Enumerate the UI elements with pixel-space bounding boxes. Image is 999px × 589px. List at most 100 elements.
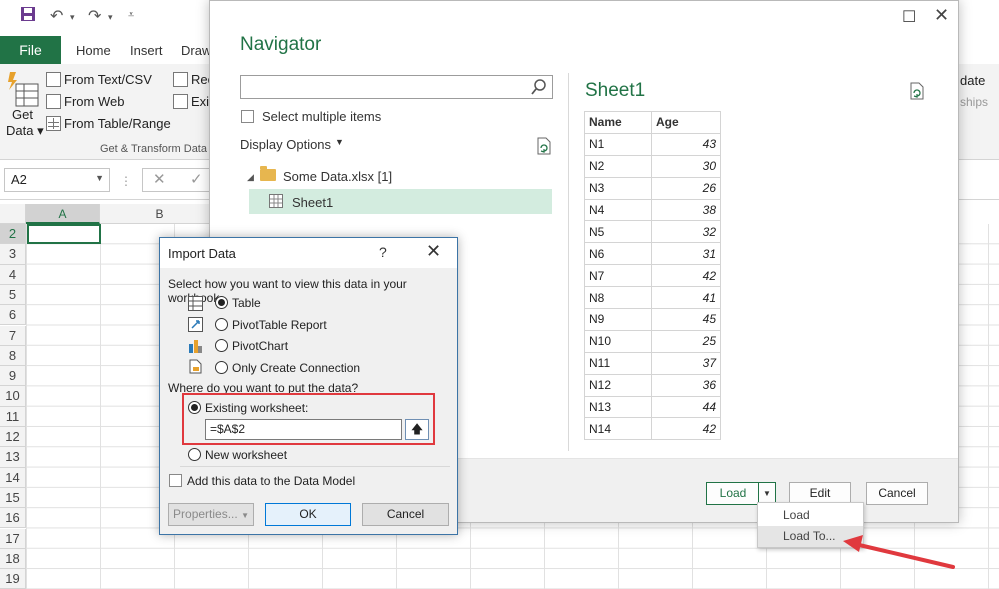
row-header[interactable]: 16 xyxy=(0,508,26,529)
properties-button[interactable]: Properties... ▼ xyxy=(168,503,254,526)
customize-qat-icon[interactable]: ⩡ xyxy=(128,9,134,22)
pane-divider[interactable] xyxy=(568,73,569,451)
row-header[interactable]: 15 xyxy=(0,487,26,509)
data-model-checkbox[interactable] xyxy=(169,474,182,487)
row-header[interactable]: 10 xyxy=(0,386,26,407)
menu-item-load[interactable]: Load xyxy=(758,505,863,526)
radio-new-worksheet[interactable] xyxy=(188,448,201,461)
preview-cell-age: 25 xyxy=(651,329,721,353)
tab-file[interactable]: File xyxy=(0,36,61,64)
range-select-button[interactable]: 🡅 xyxy=(405,419,429,440)
from-web-button[interactable]: From Web xyxy=(46,94,124,109)
row-header[interactable]: 13 xyxy=(0,447,26,468)
ribbon-partial-relationships-label[interactable]: ships xyxy=(960,95,988,109)
row-header[interactable]: 19 xyxy=(0,569,26,589)
new-worksheet-label[interactable]: New worksheet xyxy=(205,448,287,462)
redo-dropdown-icon[interactable]: ▾ xyxy=(108,12,113,23)
get-data-label[interactable]: Get xyxy=(12,107,33,122)
row-header[interactable]: 14 xyxy=(0,467,26,488)
select-multiple-label[interactable]: Select multiple items xyxy=(262,109,381,124)
cancel-button[interactable]: Cancel xyxy=(866,482,928,505)
preview-cell-age: 32 xyxy=(651,220,721,244)
preview-refresh-icon[interactable] xyxy=(908,82,926,100)
option-pivotchart-label[interactable]: PivotChart xyxy=(232,339,288,353)
row-header[interactable]: 4 xyxy=(0,264,26,285)
row-header[interactable]: 11 xyxy=(0,406,26,427)
search-icon[interactable] xyxy=(530,78,548,96)
row-header[interactable]: 17 xyxy=(0,528,26,549)
radio-pivottable[interactable] xyxy=(215,318,228,331)
help-button[interactable]: ? xyxy=(379,244,387,260)
preview-cell-age: 41 xyxy=(651,286,721,310)
radio-table[interactable] xyxy=(215,296,228,309)
column-header-a[interactable]: A xyxy=(26,204,100,224)
existing-worksheet-label[interactable]: Existing worksheet: xyxy=(205,401,308,415)
preview-cell-name: N8 xyxy=(584,286,652,310)
tab-home[interactable]: Home xyxy=(76,43,111,58)
option-table-label[interactable]: Table xyxy=(232,296,261,310)
select-all-corner[interactable] xyxy=(0,204,26,224)
row-header[interactable]: 7 xyxy=(0,325,26,346)
radio-pivotchart[interactable] xyxy=(215,339,228,352)
tree-sheet-item[interactable]: Sheet1 xyxy=(249,189,552,214)
row-header[interactable]: 8 xyxy=(0,345,26,367)
table-row: N9 45 xyxy=(584,308,721,331)
from-table-range-button[interactable]: From Table/Range xyxy=(46,116,171,131)
preview-cell-name: N11 xyxy=(584,351,652,375)
row-header[interactable]: 12 xyxy=(0,427,26,448)
row-header[interactable]: 5 xyxy=(0,284,26,306)
save-icon[interactable] xyxy=(20,6,36,27)
cancel-entry-icon[interactable]: ✕ xyxy=(153,170,166,188)
option-only-connection-label[interactable]: Only Create Connection xyxy=(232,361,360,375)
display-options-chevron-icon[interactable]: ▼ xyxy=(335,137,344,147)
from-text-csv-label: From Text/CSV xyxy=(64,72,152,87)
dialog-cancel-button[interactable]: Cancel xyxy=(362,503,449,526)
get-data-icon[interactable] xyxy=(6,70,40,111)
row-header[interactable]: 3 xyxy=(0,244,26,265)
row-header[interactable]: 18 xyxy=(0,548,26,570)
tree-file-item[interactable]: Some Data.xlsx [1] xyxy=(283,169,392,184)
ribbon-partial-update-label[interactable]: date xyxy=(960,73,985,88)
location-input[interactable]: =$A$2 xyxy=(205,419,402,440)
undo-icon[interactable]: ↶ xyxy=(50,6,63,26)
row-header[interactable]: 6 xyxy=(0,305,26,326)
navigator-search-input[interactable] xyxy=(240,75,553,99)
preview-cell-age: 42 xyxy=(651,264,721,288)
undo-dropdown-icon[interactable]: ▾ xyxy=(70,12,75,23)
dialog-close-icon[interactable]: ✕ xyxy=(426,241,441,262)
tab-insert[interactable]: Insert xyxy=(130,43,163,58)
maximize-icon[interactable]: ☐ xyxy=(902,7,916,27)
table-icon xyxy=(188,296,203,311)
select-multiple-checkbox[interactable] xyxy=(241,110,254,123)
recent-sources-button[interactable]: Rec xyxy=(173,72,214,87)
name-box[interactable]: A2 ▼ xyxy=(4,168,110,192)
preview-cell-age: 42 xyxy=(651,417,721,441)
row-header[interactable]: 9 xyxy=(0,366,26,387)
radio-existing-worksheet[interactable] xyxy=(188,401,201,414)
display-options-button[interactable]: Display Options xyxy=(240,137,331,152)
row-header[interactable]: 2 xyxy=(0,224,26,245)
preview-cell-age: 38 xyxy=(651,198,721,222)
table-row: N3 26 xyxy=(584,176,721,200)
tab-draw[interactable]: Draw xyxy=(181,43,211,58)
option-pivottable-label[interactable]: PivotTable Report xyxy=(232,318,327,332)
data-model-label[interactable]: Add this data to the Data Model xyxy=(187,474,355,488)
column-header-b[interactable]: B xyxy=(100,204,220,224)
quick-access-toolbar: ↶ ▾ ↷ ▾ ⩡ xyxy=(0,0,210,34)
close-icon[interactable]: ✕ xyxy=(934,5,949,26)
from-text-csv-button[interactable]: From Text/CSV xyxy=(46,72,152,87)
text-file-icon xyxy=(46,72,61,87)
confirm-entry-icon[interactable]: ✓ xyxy=(190,170,203,188)
preview-cell-name: N7 xyxy=(584,264,652,288)
chevron-down-icon[interactable]: ▼ xyxy=(95,173,104,183)
tree-expand-icon[interactable]: ◢ xyxy=(247,172,254,183)
preview-cell-age: 37 xyxy=(651,351,721,375)
selected-cell-a2[interactable] xyxy=(27,224,101,244)
refresh-icon[interactable] xyxy=(535,137,553,155)
ok-button[interactable]: OK xyxy=(265,503,351,526)
get-data-label-2[interactable]: Data ▾ xyxy=(6,123,44,139)
radio-only-connection[interactable] xyxy=(215,361,228,374)
load-button[interactable]: Load xyxy=(706,482,760,505)
redo-icon[interactable]: ↷ xyxy=(88,6,101,26)
formula-bar-grip-icon: ⋮ xyxy=(120,174,132,188)
